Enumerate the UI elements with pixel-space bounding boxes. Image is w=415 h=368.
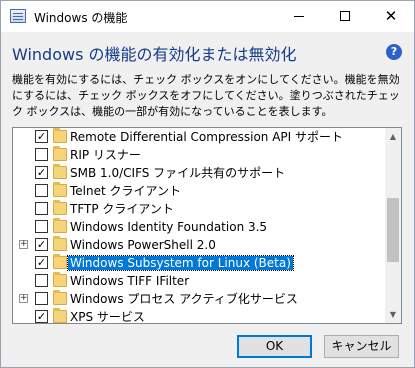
feature-row[interactable]: + Windows プロセス アクティブ化サービス [13,290,385,308]
expand-icon[interactable]: + [19,294,28,303]
feature-label[interactable]: RIP リスナー [70,148,141,162]
feature-checkbox[interactable] [35,220,48,233]
feature-checkbox[interactable]: ✓ [35,166,48,179]
feature-label[interactable]: Windows PowerShell 2.0 [70,238,216,252]
cancel-button[interactable]: キャンセル [324,335,399,358]
feature-checkbox[interactable] [35,148,48,161]
minimize-icon [294,16,304,17]
feature-row[interactable]: RIP リスナー [13,146,385,164]
close-icon: ✕ [384,7,398,25]
feature-row[interactable]: Telnet クライアント [13,182,385,200]
feature-label[interactable]: Telnet クライアント [70,184,181,198]
folder-icon [53,308,67,323]
folder-icon [53,290,67,305]
feature-checkbox[interactable] [35,184,48,197]
feature-row[interactable]: ✓ XPS サービス [13,308,385,323]
feature-label[interactable]: XPS サービス [70,310,145,323]
expand-icon[interactable]: + [19,240,28,249]
vertical-scrollbar[interactable]: ▲ ▼ [385,128,401,323]
title-bar[interactable]: Windows の機能 ✕ [1,1,414,32]
feature-tree[interactable]: ✓ Remote Differential Compression API サポー… [12,127,402,324]
feature-label[interactable]: TFTP クライアント [70,202,174,216]
ok-button[interactable]: OK [237,335,312,358]
feature-row[interactable]: + ✓ Windows PowerShell 2.0 [13,236,385,254]
scroll-thumb[interactable] [387,198,399,262]
maximize-icon [340,11,350,21]
feature-checkbox[interactable] [35,292,48,305]
feature-checkbox[interactable]: ✓ [35,256,48,269]
folder-icon [53,200,67,215]
feature-row[interactable]: ✓ Remote Differential Compression API サポー… [13,128,385,146]
help-icon[interactable]: ? [386,44,402,60]
folder-icon [53,164,67,179]
feature-label[interactable]: Windows プロセス アクティブ化サービス [70,292,298,306]
folder-icon [53,272,67,287]
folder-icon [53,128,67,143]
folder-icon [53,146,67,161]
feature-checkbox[interactable] [35,202,48,215]
windows-features-dialog: Windows の機能 ✕ Windows の機能の有効化または無効化 ? 機能… [0,0,415,368]
feature-row[interactable]: TFTP クライアント [13,200,385,218]
folder-icon [53,218,67,233]
feature-checkbox[interactable]: ✓ [35,310,48,323]
feature-row[interactable]: ✓ Windows Subsystem for Linux (Beta) [13,254,385,272]
description-text: 機能を有効にするには、チェック ボックスをオンにしてください。機能を無効にするに… [12,73,400,118]
feature-row[interactable]: ✓ SMB 1.0/CIFS ファイル共有のサポート [13,164,385,182]
scroll-down-icon[interactable]: ▼ [385,306,401,323]
page-title: Windows の機能の有効化または無効化 [12,45,297,64]
feature-label[interactable]: SMB 1.0/CIFS ファイル共有のサポート [70,166,285,180]
maximize-button[interactable] [322,1,368,32]
window-features-icon [10,9,26,23]
feature-checkbox[interactable] [35,274,48,287]
folder-icon [53,254,67,269]
window-title: Windows の機能 [34,11,128,25]
folder-icon [53,236,67,251]
feature-row[interactable]: Windows TIFF IFilter [13,272,385,290]
feature-label[interactable]: Windows Identity Foundation 3.5 [70,220,267,234]
minimize-button[interactable] [276,1,322,32]
feature-label[interactable]: Windows Subsystem for Linux (Beta) [67,255,294,271]
scroll-up-icon[interactable]: ▲ [385,128,401,145]
feature-row[interactable]: Windows Identity Foundation 3.5 [13,218,385,236]
feature-label[interactable]: Windows TIFF IFilter [70,274,189,288]
folder-icon [53,182,67,197]
feature-label[interactable]: Remote Differential Compression API サポート [70,130,343,144]
feature-checkbox[interactable]: ✓ [35,130,48,143]
close-button[interactable]: ✕ [368,1,414,32]
feature-checkbox[interactable]: ✓ [35,238,48,251]
